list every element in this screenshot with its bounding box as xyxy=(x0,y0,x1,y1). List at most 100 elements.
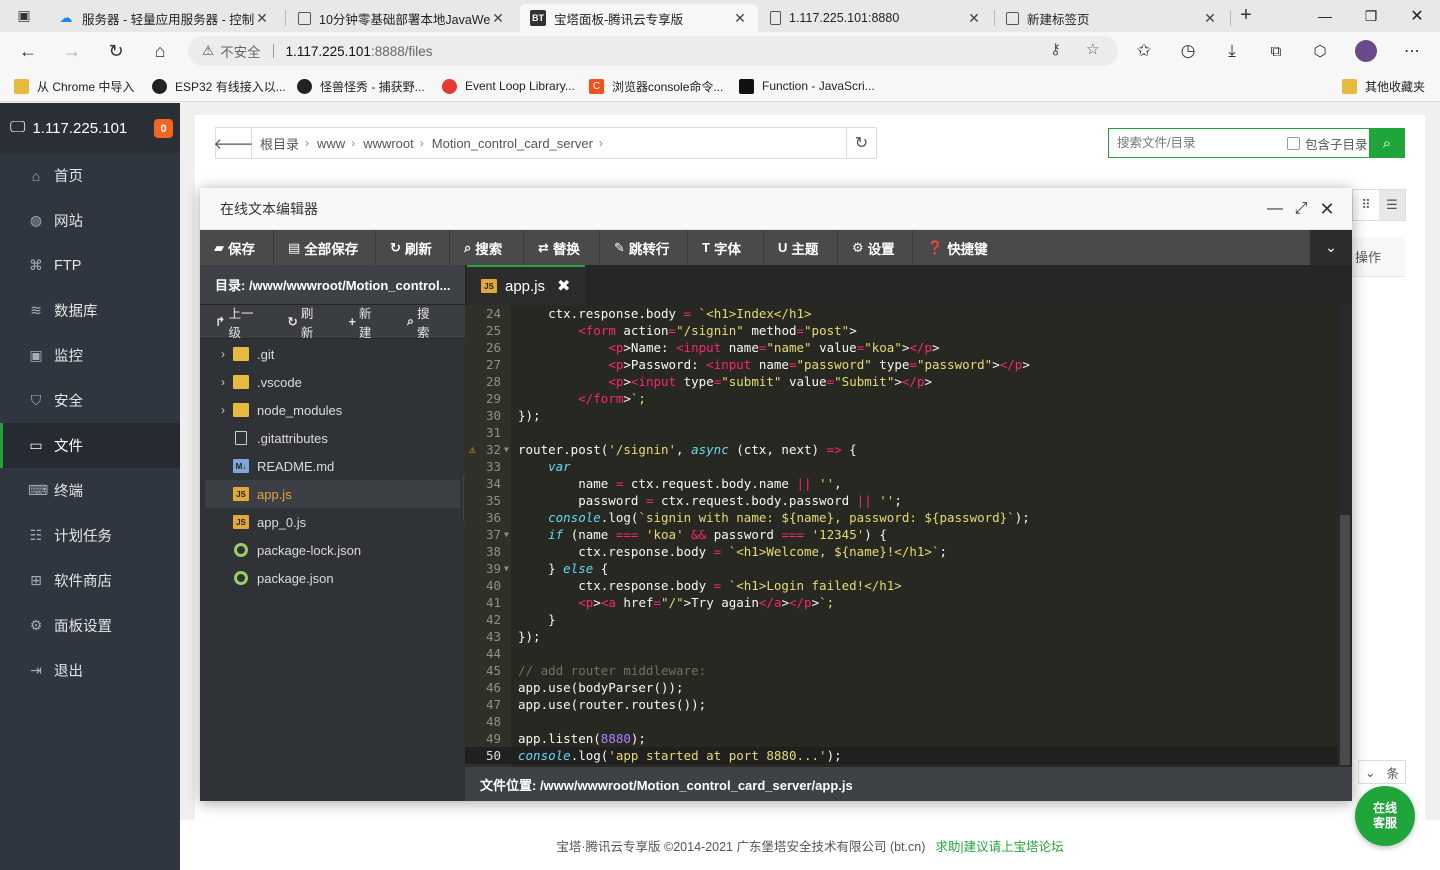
bookmark-console[interactable]: C 浏览器console命令... xyxy=(589,76,723,96)
sidebar-item-terminal[interactable]: ⌨ 终端 xyxy=(0,468,180,513)
new-tab-icon[interactable]: + xyxy=(1232,2,1260,28)
goto-line-button[interactable]: ✎ 跳转行 xyxy=(600,230,688,265)
bookmark-monster[interactable]: 怪兽怪秀 - 捕获野... xyxy=(297,76,425,96)
theme-button[interactable]: U 主题 xyxy=(764,230,838,265)
history-icon[interactable]: ◷ xyxy=(1174,38,1202,64)
font-button[interactable]: T 字体 xyxy=(688,230,764,265)
minimize-icon[interactable]: — xyxy=(1302,0,1348,32)
tab-actions-icon[interactable]: ▣ xyxy=(10,2,38,28)
code-line[interactable]: 28 <p><input type="submit" value="Submit… xyxy=(465,373,1337,390)
tree-search-button[interactable]: ⌕ 搜索 xyxy=(407,303,451,341)
tree-up-button[interactable]: ↱ 上一级 xyxy=(215,303,273,341)
forward-icon[interactable]: → xyxy=(58,38,86,64)
close-tab-icon[interactable]: ✕ xyxy=(254,10,270,27)
file-search-input[interactable] xyxy=(1117,136,1287,150)
bookmark-function[interactable]: Function - JavaScri... xyxy=(739,76,875,96)
code-line[interactable]: 39 ▼ } else { xyxy=(465,560,1337,577)
crumb-wwwroot[interactable]: wwwroot xyxy=(355,136,420,151)
browser-tab-5[interactable]: 新建标签页 ✕ xyxy=(996,4,1228,32)
code-line[interactable]: 47 app.use(router.routes()); xyxy=(465,696,1337,713)
more-icon[interactable]: ⋯ xyxy=(1398,38,1426,64)
bookmark-import[interactable]: 从 Chrome 中导入 xyxy=(14,76,134,96)
vertical-scrollbar[interactable] xyxy=(1338,305,1352,767)
sidebar-item-cron[interactable]: ☷ 计划任务 xyxy=(0,513,180,558)
code-line[interactable]: 36 console.log(`signin with name: ${name… xyxy=(465,509,1337,526)
close-tab-icon[interactable]: ✕ xyxy=(1202,10,1218,27)
code-line[interactable]: 37 ▼ if (name === 'koa' && password === '… xyxy=(465,526,1337,543)
fold-icon[interactable]: ▼ xyxy=(504,441,509,458)
code-line[interactable]: 29 </form>`; xyxy=(465,390,1337,407)
collections-icon[interactable]: ⧉ xyxy=(1262,38,1290,64)
sidebar-item-files[interactable]: ▭ 文件 xyxy=(0,423,180,468)
code-line[interactable]: 33 var xyxy=(465,458,1337,475)
address-bar[interactable]: ⚠ 不安全 1.117.225.101:8888/files ⚷ ☆ xyxy=(188,36,1118,66)
search-button[interactable]: ⌕ 搜索 xyxy=(450,230,524,265)
code-line[interactable]: 26 <p>Name: <input name="name" value="ko… xyxy=(465,339,1337,356)
grid-view-icon[interactable]: ⠿ xyxy=(1353,190,1379,220)
shortcuts-button[interactable]: ❓ 快捷键 xyxy=(913,230,1003,265)
tree-new-button[interactable]: + 新建 xyxy=(349,303,393,341)
crumb-www[interactable]: www xyxy=(309,136,351,151)
code-line[interactable]: 46 app.use(bodyParser()); xyxy=(465,679,1337,696)
tree-item[interactable]: package-lock.json xyxy=(205,536,460,564)
back-icon[interactable]: 🡐 xyxy=(213,128,254,158)
restore-icon[interactable]: ❐ xyxy=(1348,0,1394,32)
close-tab-icon[interactable]: ✕ xyxy=(490,10,506,27)
avatar[interactable] xyxy=(1352,38,1380,64)
favorites-icon[interactable]: ✩ xyxy=(1130,38,1158,64)
code-editor[interactable]: 24 ctx.response.body = `<h1>Index</h1> 25… xyxy=(465,305,1352,767)
code-line[interactable]: 35 password = ctx.request.body.password … xyxy=(465,492,1337,509)
bookmark-esp32[interactable]: ESP32 有线接入以... xyxy=(152,76,286,96)
sidebar-item-website[interactable]: ◍ 网站 xyxy=(0,198,180,243)
sidebar-item-store[interactable]: ⊞ 软件商店 xyxy=(0,558,180,603)
notification-badge[interactable]: 0 xyxy=(154,119,173,138)
code-line[interactable]: 24 ctx.response.body = `<h1>Index</h1> xyxy=(465,305,1337,322)
code-line[interactable]: 38 ctx.response.body = `<h1>Welcome, ${n… xyxy=(465,543,1337,560)
code-line[interactable]: 41 <p><a href="/">Try again</a></p>`; xyxy=(465,594,1337,611)
add-favorite-icon[interactable]: ☆ xyxy=(1086,40,1099,58)
back-icon[interactable]: ← xyxy=(14,38,42,64)
forum-link[interactable]: 求助|建议请上宝塔论坛 xyxy=(935,836,1063,855)
code-line[interactable]: 50 console.log('app started at port 8880.… xyxy=(465,747,1337,764)
close-tab-icon[interactable]: ✕ xyxy=(966,10,982,27)
minimize-icon[interactable]: — xyxy=(1265,199,1285,219)
close-tab-icon[interactable]: ✖ xyxy=(557,276,570,296)
code-line[interactable]: 34 name = ctx.request.body.name || '', xyxy=(465,475,1337,492)
tree-item[interactable]: .gitattributes xyxy=(205,424,460,452)
replace-button[interactable]: ⇄ 替换 xyxy=(524,230,600,265)
code-line[interactable]: 49 app.listen(8880); xyxy=(465,730,1337,747)
tree-item[interactable]: › .vscode xyxy=(205,368,460,396)
code-line[interactable]: 30}); xyxy=(465,407,1337,424)
code-line[interactable]: 45 // add router middleware: xyxy=(465,662,1337,679)
code-line[interactable]: 44 xyxy=(465,645,1337,662)
search-button[interactable]: ⌕ xyxy=(1369,128,1405,158)
fold-icon[interactable]: ▼ xyxy=(504,526,509,543)
key-icon[interactable]: ⚷ xyxy=(1050,40,1061,58)
save-all-button[interactable]: ▤ 全部保存 xyxy=(274,230,376,265)
home-icon[interactable]: ⌂ xyxy=(146,38,174,64)
scroll-thumb[interactable] xyxy=(1340,515,1350,765)
sidebar-item-database[interactable]: ≋ 数据库 xyxy=(0,288,180,333)
browser-tab-1[interactable]: ☁ 服务器 - 轻量应用服务器 - 控制台 ✕ xyxy=(48,4,280,32)
browser-tab-4[interactable]: 1.117.225.101:8880 ✕ xyxy=(760,4,992,32)
tree-refresh-button[interactable]: ↻ 刷新 xyxy=(287,303,334,341)
tree-item[interactable]: package.json xyxy=(205,564,460,592)
maximize-icon[interactable]: ⤢ xyxy=(1291,199,1311,219)
code-line[interactable]: 32 ⚠ ▼ router.post('/signin', async (ctx, n… xyxy=(465,441,1337,458)
code-line[interactable]: 40 ctx.response.body = `<h1>Login failed… xyxy=(465,577,1337,594)
save-button[interactable]: ▰ 保存 xyxy=(200,230,274,265)
close-icon[interactable]: ✕ xyxy=(1317,199,1337,219)
tree-item[interactable]: › .git xyxy=(205,340,460,368)
code-line[interactable]: 42 } xyxy=(465,611,1337,628)
online-support-button[interactable]: 在线 客服 xyxy=(1355,786,1415,846)
browser-tab-3[interactable]: BT 宝塔面板-腾讯云专享版 ✕ xyxy=(520,4,758,32)
code-line[interactable]: 27 <p>Password: <input name="password" t… xyxy=(465,356,1337,373)
close-window-icon[interactable]: ✕ xyxy=(1394,0,1440,32)
sidebar-item-settings[interactable]: ⚙ 面板设置 xyxy=(0,603,180,648)
code-line[interactable]: 48 xyxy=(465,713,1337,730)
tree-item-selected[interactable]: JS app.js xyxy=(205,480,460,508)
tree-item[interactable]: M↓ README.md xyxy=(205,452,460,480)
sidebar-item-monitor[interactable]: ▣ 监控 xyxy=(0,333,180,378)
sidebar-item-logout[interactable]: ⇥ 退出 xyxy=(0,648,180,693)
refresh-button[interactable]: ↻ 刷新 xyxy=(376,230,450,265)
